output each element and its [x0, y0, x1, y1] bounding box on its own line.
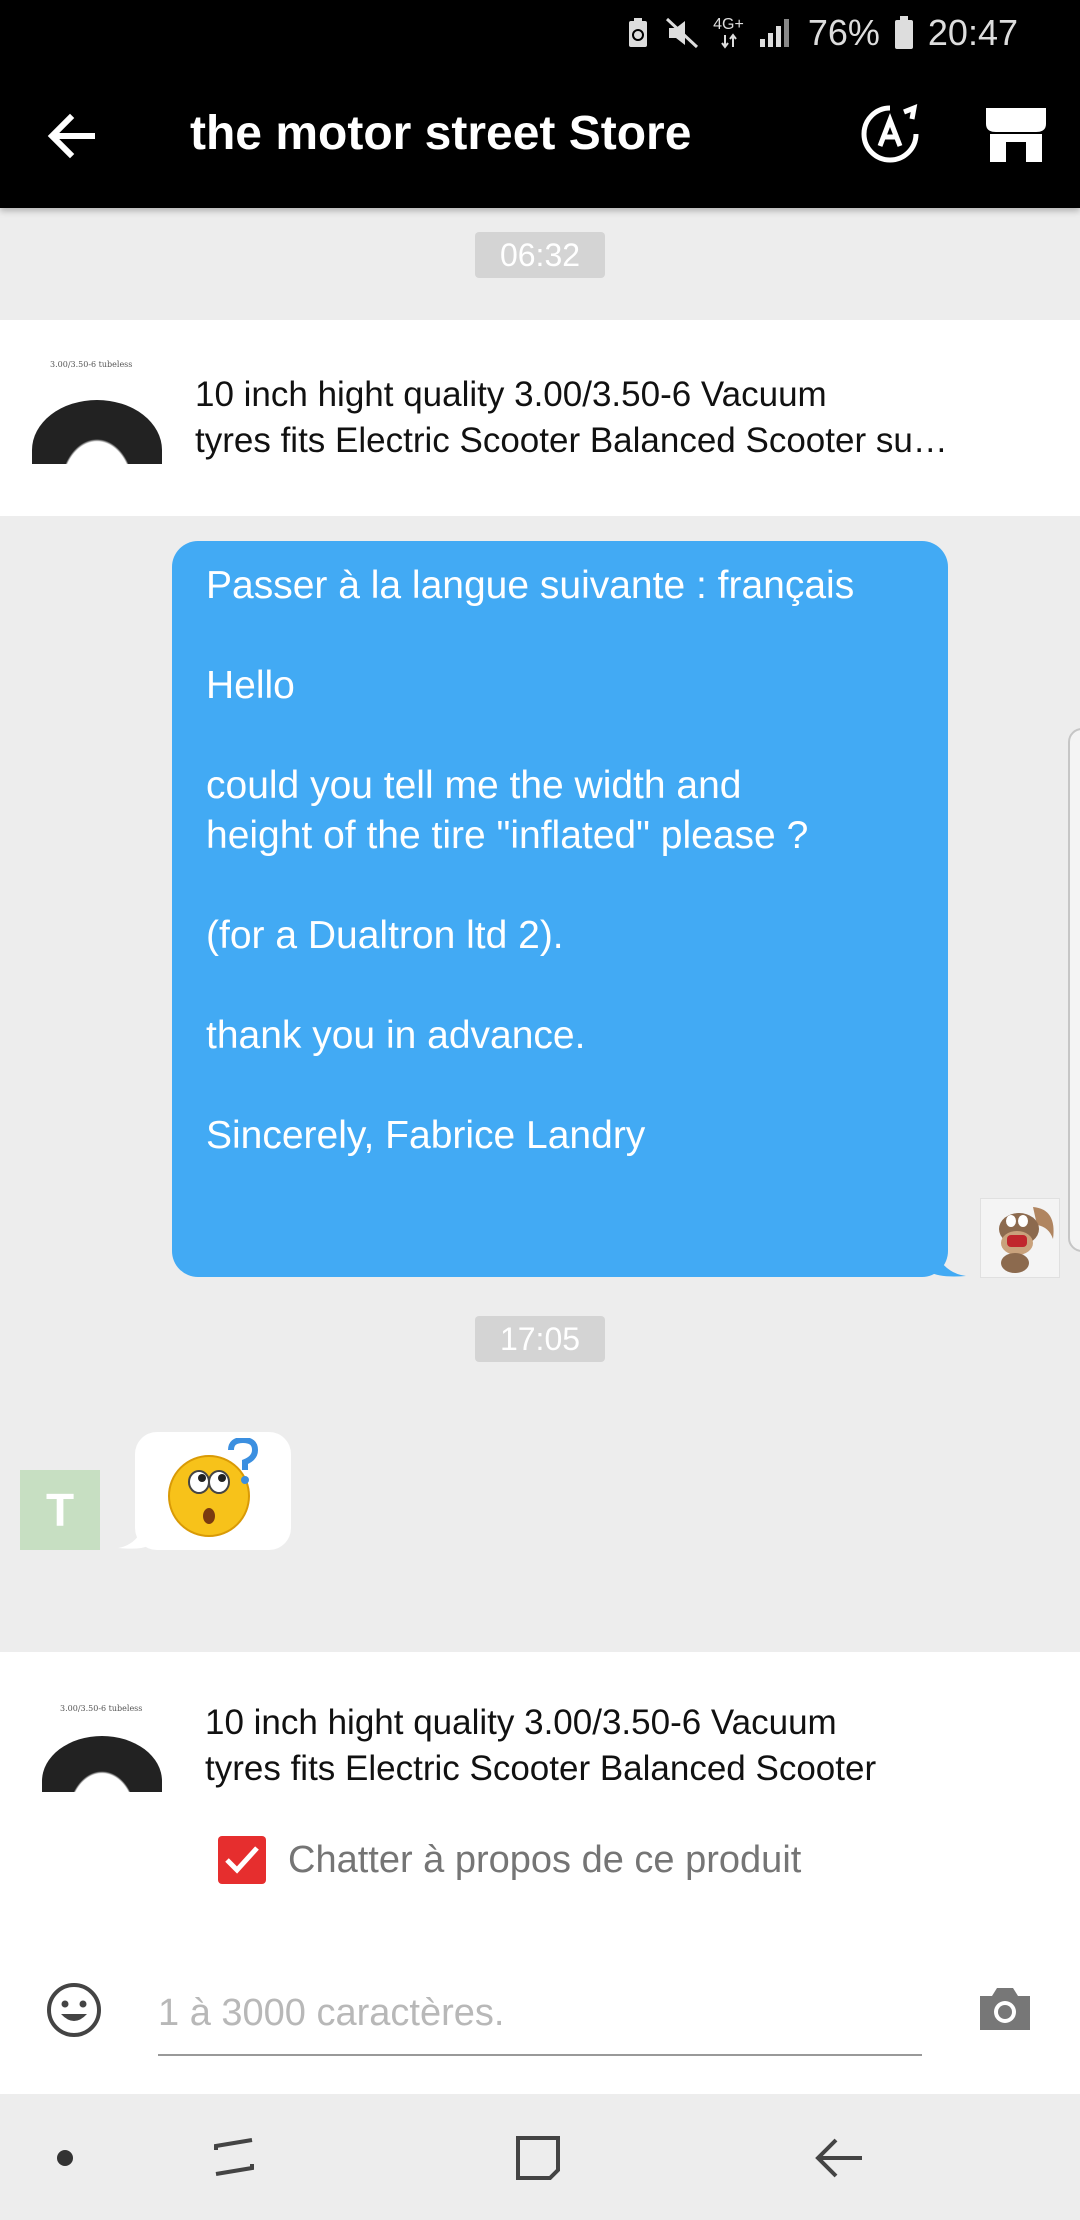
outgoing-message[interactable]: Passer à la langue suivante : français H…	[172, 541, 948, 1277]
squirrel-avatar-icon	[999, 1207, 1054, 1273]
check-icon	[225, 1846, 259, 1874]
bubble-tail	[930, 1232, 966, 1277]
back-arrow-icon	[47, 113, 95, 159]
status-icons: 4G+ 76% 20:47	[625, 12, 1018, 54]
chat-about-product-toggle[interactable]: Chatter à propos de ce produit	[218, 1836, 801, 1884]
chat-about-checkbox[interactable]	[218, 1836, 266, 1884]
message-line: Hello	[206, 664, 295, 707]
network-label: 4G+	[713, 16, 744, 33]
message-input[interactable]	[158, 1972, 922, 2056]
product-title-line: tyres fits Electric Scooter Balanced Sco…	[195, 421, 948, 460]
emoji-button[interactable]	[44, 1980, 104, 2040]
navigation-bar	[0, 2094, 1080, 2220]
message-line: height of the tire "inflated" please ?	[206, 814, 809, 857]
user-avatar[interactable]	[980, 1198, 1060, 1278]
camera-button[interactable]	[976, 1984, 1034, 2034]
translate-button[interactable]	[858, 102, 922, 166]
thumbnail-label: 3.00/3.50-6 tubeless	[50, 360, 133, 369]
signal-icon	[758, 17, 794, 49]
camera-icon	[980, 1988, 1030, 2030]
tire-image	[32, 400, 162, 464]
confused-emoji-icon	[168, 1438, 259, 1537]
emoji-icon	[47, 1983, 101, 2037]
app-bar: the motor street Store	[0, 66, 1080, 208]
mute-icon	[665, 17, 699, 49]
product-title-line: 10 inch hight quality 3.00/3.50-6 Vacuum	[205, 1703, 837, 1742]
store-title: the motor street Store	[190, 107, 692, 160]
back-button[interactable]	[40, 104, 104, 168]
nav-dot-icon[interactable]	[57, 2150, 73, 2166]
status-bar: 4G+ 76% 20:47	[0, 0, 1080, 66]
product-thumbnail[interactable]: 3.00/3.50-6 tubeless	[28, 356, 166, 464]
product-title-line: 10 inch hight quality 3.00/3.50-6 Vacuum	[195, 375, 827, 414]
message-line: Passer à la langue suivante : français	[206, 564, 855, 607]
home-button[interactable]	[510, 2130, 566, 2186]
message-line: (for a Dualtron ltd 2).	[206, 914, 564, 957]
product-title-line: tyres fits Electric Scooter Balanced Sco…	[205, 1749, 877, 1788]
home-icon	[516, 2136, 560, 2180]
product-thumbnail[interactable]: 3.00/3.50-6 tubeless	[38, 1700, 168, 1792]
message-line: could you tell me the width and	[206, 764, 742, 807]
translate-icon	[861, 104, 919, 163]
incoming-message[interactable]	[135, 1432, 291, 1550]
back-nav-button[interactable]	[812, 2130, 868, 2186]
battery-percent: 76%	[807, 12, 880, 53]
timestamp: 17:05	[475, 1316, 605, 1362]
back-icon	[815, 2138, 862, 2178]
clock: 20:47	[927, 12, 1018, 53]
product-title[interactable]: 10 inch hight quality 3.00/3.50-6 Vacuum…	[205, 1700, 1025, 1792]
battery-icon	[894, 16, 914, 50]
message-line: Sincerely, Fabrice Landry	[206, 1114, 646, 1157]
tire-image	[42, 1736, 162, 1792]
thumbnail-label: 3.00/3.50-6 tubeless	[60, 1704, 143, 1713]
product-title[interactable]: 10 inch hight quality 3.00/3.50-6 Vacuum…	[195, 372, 1055, 464]
network-4g-icon: 4G+	[713, 17, 744, 49]
recents-button[interactable]	[206, 2130, 262, 2186]
scroll-handle[interactable]	[1068, 728, 1080, 1252]
message-line: thank you in advance.	[206, 1014, 586, 1057]
chat-about-label: Chatter à propos de ce produit	[288, 1838, 802, 1881]
product-card[interactable]: 3.00/3.50-6 tubeless 10 inch hight quali…	[0, 320, 1080, 516]
store-button[interactable]	[982, 102, 1050, 166]
store-avatar[interactable]: T	[20, 1470, 100, 1550]
store-icon	[986, 108, 1046, 162]
timestamp: 06:32	[475, 232, 605, 278]
recents-icon	[214, 2138, 254, 2176]
battery-saver-icon	[625, 17, 651, 49]
